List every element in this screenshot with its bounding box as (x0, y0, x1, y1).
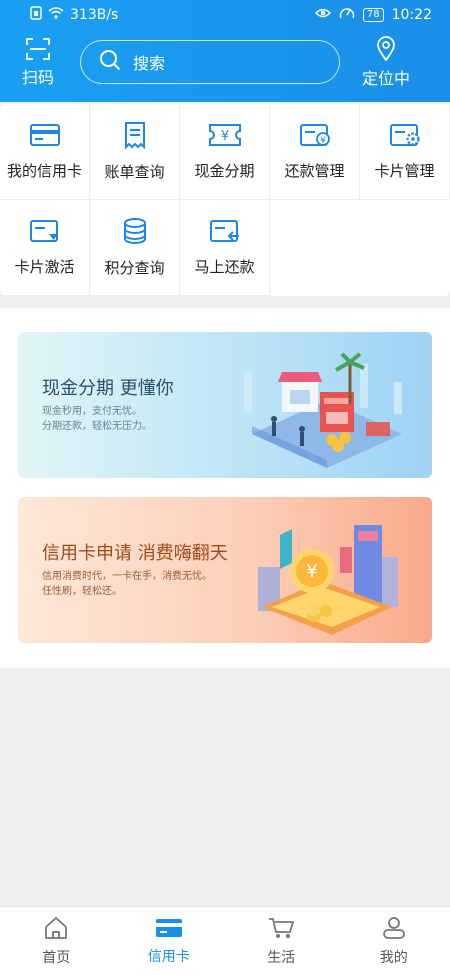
bill-icon (121, 121, 149, 161)
menu-repayment-management[interactable]: ¥ 还款管理 (270, 104, 360, 200)
tab-label: 我的 (379, 949, 408, 966)
banner-line: 现金秒用，支付无忧。 (42, 406, 142, 417)
tab-label: 首页 (42, 949, 71, 966)
search-input[interactable]: 搜索 (80, 40, 341, 84)
menu-bill-query[interactable]: 账单查询 (90, 104, 180, 200)
svg-text:¥: ¥ (220, 129, 228, 144)
network-speed: 313B/s (70, 7, 119, 23)
speedometer-icon (339, 6, 355, 24)
banner-line: 信用消费时代，一卡在手，消费无忧。 (42, 571, 212, 582)
menu-label: 马上还款 (194, 258, 255, 276)
credit-card-icon (29, 122, 61, 160)
home-icon (43, 916, 69, 947)
search-icon (99, 49, 121, 75)
credit-card-icon (155, 917, 183, 946)
sim-icon (30, 6, 42, 24)
tab-label: 生活 (267, 949, 296, 966)
location-label: 定位中 (362, 68, 411, 88)
menu-card-activation[interactable]: 卡片激活 (0, 200, 90, 296)
wifi-icon (48, 7, 64, 23)
svg-text:¥: ¥ (306, 561, 317, 582)
shopping-city-illustration: ¥ (242, 507, 412, 639)
banner-line: 分期还款，轻松无压力。 (42, 421, 152, 432)
banner-title: 现金分期 更懂你 (42, 378, 174, 399)
menu-label: 我的信用卡 (6, 162, 82, 180)
banner-cash-installment[interactable]: 现金分期 更懂你 现金秒用，支付无忧。 分期还款，轻松无压力。 (18, 332, 432, 478)
menu-label: 现金分期 (194, 162, 255, 180)
menu-label: 卡片激活 (14, 258, 75, 276)
service-menu: 我的信用卡 账单查询 ¥ 现金分期 ¥ 还款管理 卡片管理 卡片激活 积分查询 … (0, 104, 450, 296)
menu-my-credit-card[interactable]: 我的信用卡 (0, 104, 90, 200)
location-pin-icon (376, 35, 396, 65)
cash-installment-icon: ¥ (208, 122, 242, 160)
quick-repay-icon (209, 218, 241, 256)
menu-empty-slot (360, 200, 450, 296)
search-placeholder: 搜索 (133, 54, 166, 73)
scan-button[interactable]: 扫码 (22, 37, 54, 88)
menu-empty-slot (270, 200, 360, 296)
menu-card-management[interactable]: 卡片管理 (360, 104, 450, 200)
svg-text:¥: ¥ (320, 136, 326, 146)
status-bar: 313B/s 78 10:22 (0, 0, 450, 30)
menu-label: 积分查询 (104, 259, 165, 277)
promo-section: 现金分期 更懂你 现金秒用，支付无忧。 分期还款，轻松无压力。 信用卡申请 消费… (0, 308, 450, 668)
menu-label: 账单查询 (104, 163, 165, 181)
card-activate-icon (29, 218, 61, 256)
tab-home[interactable]: 首页 (0, 907, 113, 975)
tab-life[interactable]: 生活 (225, 907, 338, 975)
eye-icon (314, 7, 331, 23)
menu-cash-installment[interactable]: ¥ 现金分期 (180, 104, 270, 200)
shop-illustration (242, 342, 412, 474)
repayment-icon: ¥ (299, 122, 331, 160)
app-header: 313B/s 78 10:22 扫码 搜索 定位中 (0, 0, 450, 102)
banner-title: 信用卡申请 消费嗨翻天 (42, 543, 228, 564)
bottom-tab-bar: 首页 信用卡 生活 我的 (0, 906, 450, 975)
battery-indicator: 78 (362, 8, 384, 22)
cart-icon (267, 916, 295, 947)
menu-quick-repay[interactable]: 马上还款 (180, 200, 270, 296)
tab-label: 信用卡 (147, 948, 190, 965)
menu-label: 卡片管理 (374, 162, 435, 180)
menu-points-query[interactable]: 积分查询 (90, 200, 180, 296)
banner-line: 任性刷，轻松还。 (42, 586, 122, 597)
scan-icon (25, 37, 51, 64)
tab-mine[interactable]: 我的 (338, 907, 450, 975)
user-icon (381, 916, 407, 947)
clock: 10:22 (391, 7, 432, 23)
points-icon (121, 217, 149, 257)
card-settings-icon (389, 122, 421, 160)
menu-label: 还款管理 (284, 162, 345, 180)
scan-label: 扫码 (22, 67, 55, 87)
tab-credit-card[interactable]: 信用卡 (113, 907, 226, 975)
banner-credit-card-apply[interactable]: 信用卡申请 消费嗨翻天 信用消费时代，一卡在手，消费无忧。 任性刷，轻松还。 ¥ (18, 497, 432, 643)
location-button[interactable]: 定位中 (362, 35, 411, 89)
